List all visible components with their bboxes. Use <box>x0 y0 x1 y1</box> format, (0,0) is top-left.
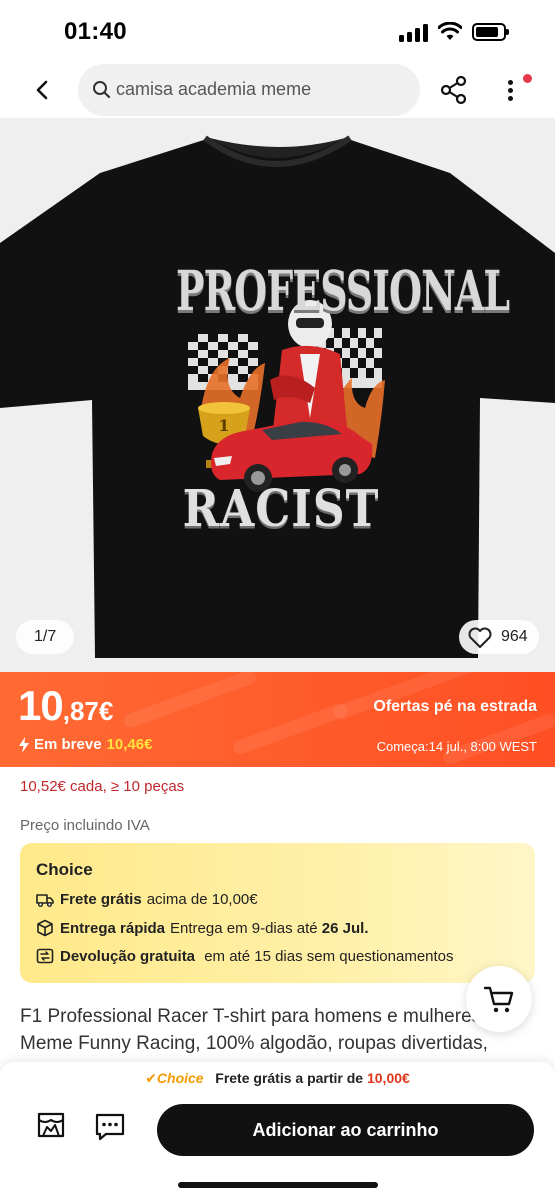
home-indicator <box>178 1182 378 1188</box>
free-shipping-strip-amount: 10,00€ <box>366 1070 410 1086</box>
chat-icon[interactable] <box>94 1112 126 1142</box>
truck-icon <box>36 893 54 907</box>
image-pager: 1/7 <box>16 620 75 654</box>
promo-title: Ofertas pé na estrada <box>373 698 537 715</box>
price-banner: 10,87€ Em breve 10,46€ Ofertas pé na est… <box>0 672 555 767</box>
wishlist-count: 964 <box>501 628 528 645</box>
product-title: F1 Professional Racer T-shirt para homen… <box>20 1006 488 1069</box>
price-integer: 10 <box>18 682 64 729</box>
status-time: 01:40 <box>64 18 127 45</box>
fast-delivery-date: 26 Jul. <box>321 919 369 937</box>
upcoming-price-value: 10,46€ <box>106 736 153 753</box>
fast-delivery-label: Entrega rápida <box>60 919 166 937</box>
free-shipping-label: Frete grátis <box>60 891 142 908</box>
product-image-gallery[interactable]: 1 PROFESSIONAL RACIST 1/7 964 <box>0 118 555 672</box>
store-icon[interactable] <box>36 1110 66 1140</box>
search-icon <box>93 81 111 99</box>
free-shipping-text: acima de 10,00€ <box>146 891 258 908</box>
free-shipping-strip-text: Frete grátis a partir de <box>215 1070 364 1086</box>
free-return-row: Devolução gratuita em até 15 dias sem qu… <box>36 947 454 965</box>
wishlist-button[interactable]: 964 <box>459 620 539 654</box>
more-options-button[interactable] <box>498 74 532 106</box>
notification-dot <box>523 74 532 83</box>
choice-benefits-card[interactable]: Choice Frete grátis acima de 10,00€ Entr… <box>20 843 535 983</box>
wifi-icon <box>438 22 462 40</box>
upcoming-price-label: Em breve <box>34 736 102 753</box>
vat-note: Preço incluindo IVA <box>20 817 150 834</box>
search-bar[interactable]: camisa academia meme <box>78 64 420 116</box>
bottom-action-bar: ✔Choice Frete grátis a partir de 10,00€ … <box>0 1062 555 1200</box>
free-shipping-strip: ✔Choice Frete grátis a partir de 10,00€ <box>0 1070 555 1087</box>
price-decimal: ,87€ <box>62 696 114 726</box>
box-icon <box>37 919 53 937</box>
free-return-text: em até 15 dias sem questionamentos <box>204 947 454 965</box>
promo-start-time: Começa:14 jul., 8:00 WEST <box>376 739 537 754</box>
free-shipping-row: Frete grátis acima de 10,00€ <box>36 891 258 908</box>
cart-icon <box>483 986 514 1013</box>
add-to-cart-button[interactable]: Adicionar ao carrinho <box>157 1104 534 1156</box>
tshirt-product-image: 1 <box>0 135 555 658</box>
floating-cart-button[interactable] <box>466 966 532 1032</box>
search-query: camisa academia meme <box>116 79 312 99</box>
choice-title: Choice <box>36 860 93 879</box>
bulk-price: 10,52€ cada, ≥ 10 peças <box>20 778 185 795</box>
choice-badge: ✔Choice <box>145 1070 204 1086</box>
shirt-print-text-bottom: RACIST <box>182 480 380 539</box>
battery-icon <box>472 23 509 41</box>
top-navigation: camisa academia meme <box>0 62 555 118</box>
share-icon[interactable] <box>438 74 470 106</box>
free-return-label: Devolução gratuita <box>60 947 196 965</box>
lightning-icon <box>19 736 29 753</box>
upcoming-price: Em breve 10,46€ <box>18 736 152 753</box>
cellular-signal-icon <box>399 24 429 42</box>
chevron-left-icon <box>36 80 48 100</box>
current-price: 10,87€ <box>18 682 113 730</box>
shirt-print-text-top: PROFESSIONAL <box>176 258 510 324</box>
heart-icon <box>468 627 492 648</box>
fast-delivery-text: Entrega em 9-dias até <box>170 919 318 937</box>
status-bar: 01:40 <box>0 0 555 62</box>
return-icon <box>36 948 54 964</box>
fast-delivery-row: Entrega rápida Entrega em 9-dias até 26 … <box>36 919 374 937</box>
back-button[interactable] <box>24 74 60 106</box>
svg-text:1: 1 <box>218 416 229 435</box>
